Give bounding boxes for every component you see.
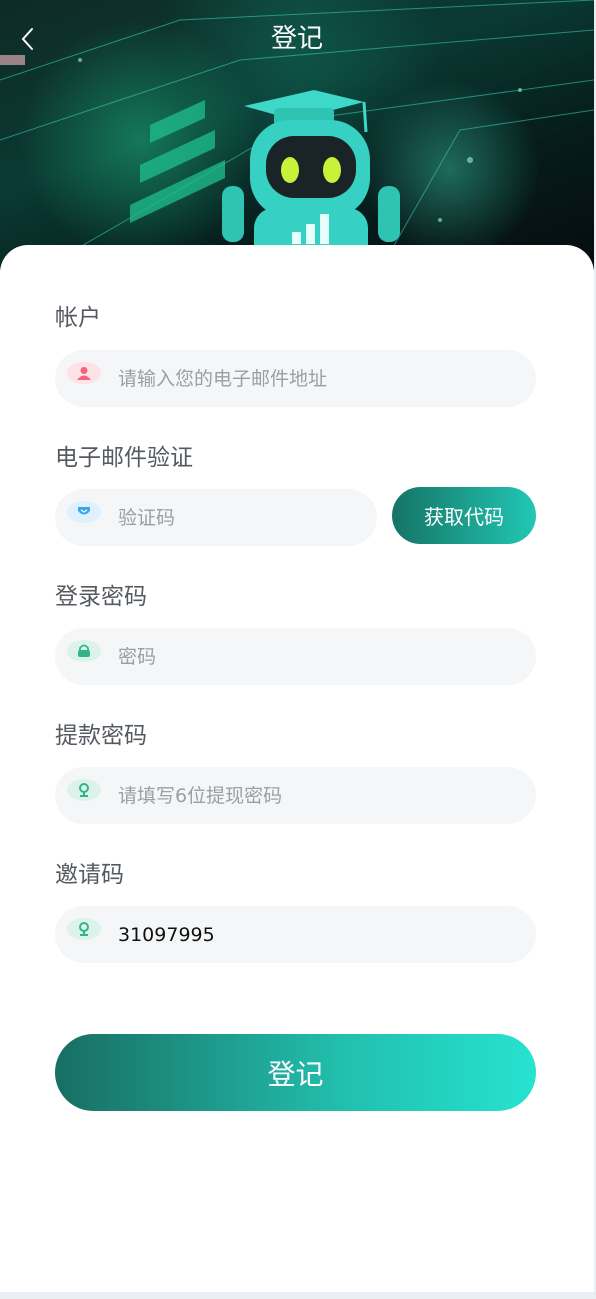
lock-icon [67, 640, 101, 662]
invite-code-label: 邀请码 [55, 862, 124, 888]
account-field [55, 350, 536, 407]
login-password-label: 登录密码 [55, 584, 147, 610]
user-icon [67, 362, 101, 384]
get-code-button[interactable]: 获取代码 [392, 487, 536, 544]
hero-banner: 登记 [0, 0, 594, 270]
verification-code-field [55, 489, 377, 546]
login-password-field [55, 628, 536, 685]
key-icon [67, 918, 101, 940]
robot-mascot-icon [222, 90, 400, 250]
email-verify-label: 电子邮件验证 [55, 445, 193, 471]
key-icon [67, 779, 101, 801]
account-input[interactable] [118, 350, 519, 407]
register-form-card: 帐户 电子邮件验证 获取代码 登录密码 [0, 245, 594, 1292]
account-label: 帐户 [55, 305, 101, 331]
register-page: 登记 帐户 请输入您的电子邮件地址 电子邮件验证 验证码 获取代码 登录密码 提… [0, 0, 594, 1292]
withdraw-password-label: 提款密码 [55, 723, 147, 749]
login-password-input[interactable] [118, 628, 519, 685]
shield-icon [67, 501, 101, 523]
withdraw-password-input[interactable] [118, 767, 519, 824]
invite-code-field [55, 906, 536, 963]
register-submit-button[interactable]: 登记 [55, 1034, 536, 1111]
withdraw-password-field [55, 767, 536, 824]
page-title: 登记 [270, 24, 323, 54]
verification-code-input[interactable] [118, 489, 360, 546]
invite-code-input[interactable] [118, 906, 519, 963]
